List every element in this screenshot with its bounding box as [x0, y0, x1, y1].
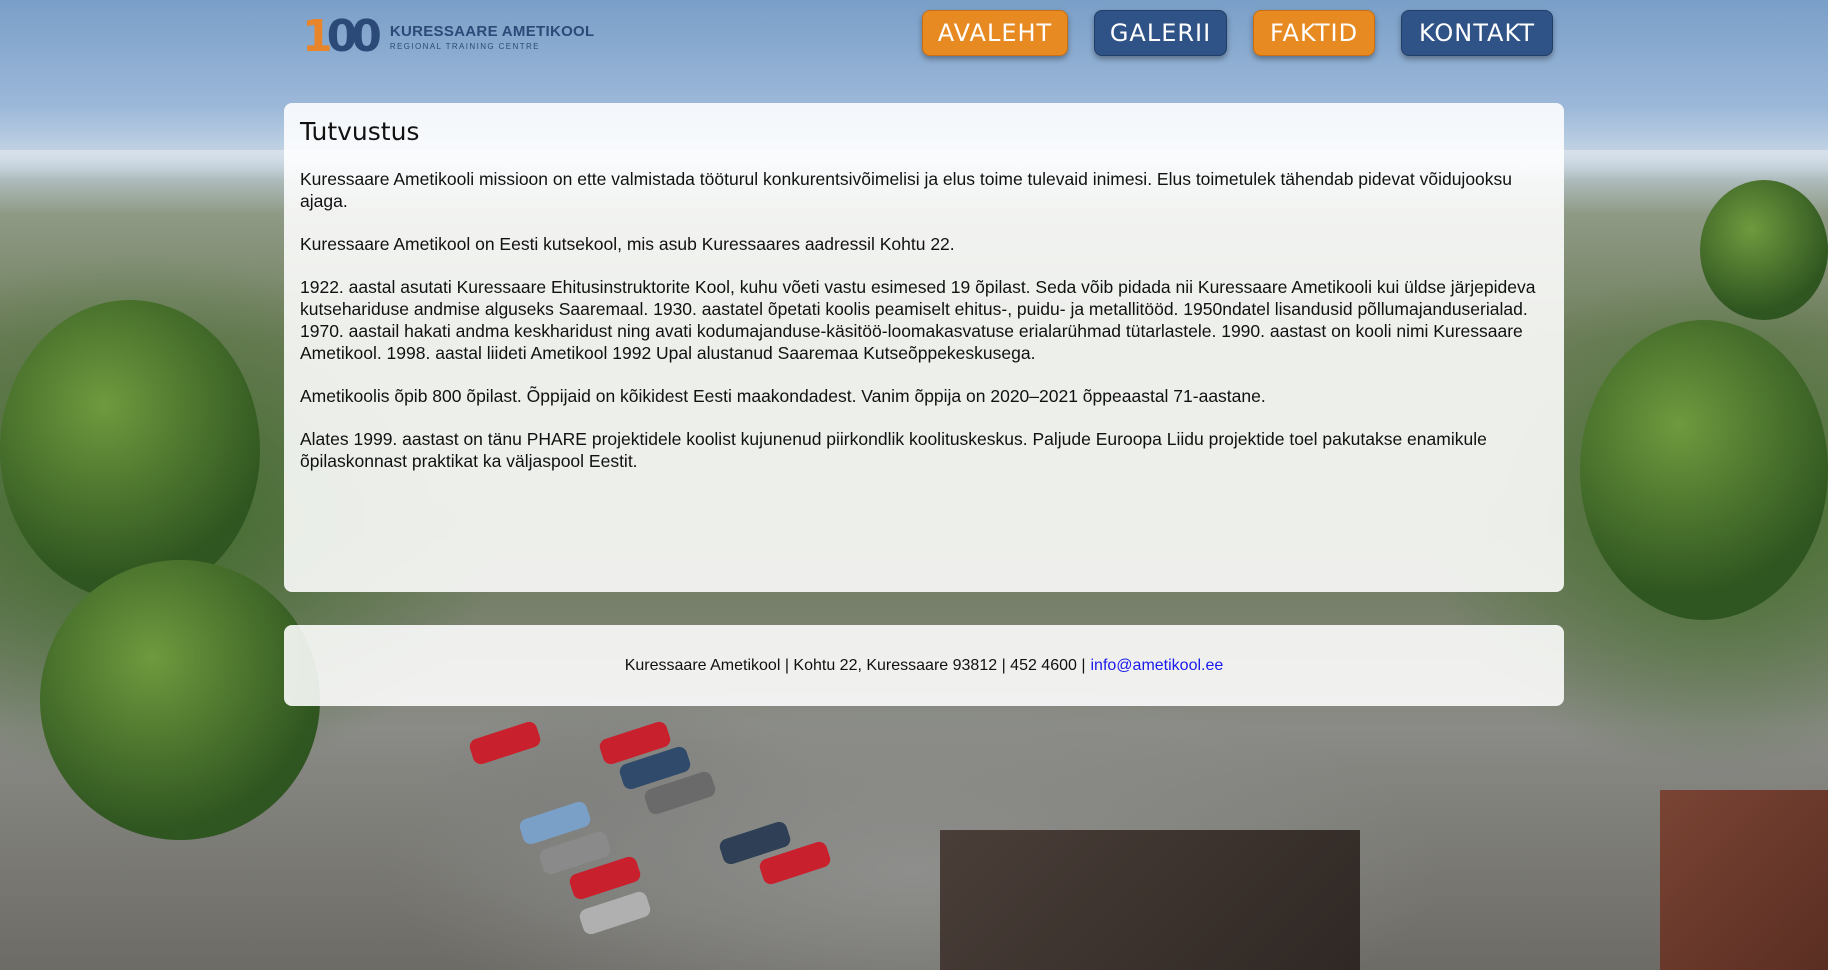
logo-subtitle: REGIONAL TRAINING CENTRE: [389, 42, 540, 51]
background-tree: [1580, 320, 1828, 620]
background-roof: [1660, 790, 1828, 970]
nav-kontakt-button[interactable]: KONTAKT: [1401, 10, 1553, 56]
intro-paragraph: Kuressaare Ametikooli missioon on ette v…: [300, 169, 1513, 211]
background-tree: [40, 560, 320, 840]
intro-panel: Tutvustus Kuressaare Ametikooli missioon…: [284, 103, 1564, 592]
site-footer: Kuressaare Ametikool | Kohtu 22, Kuressa…: [284, 625, 1564, 706]
background-tree: [0, 300, 260, 600]
footer-email-link[interactable]: info@ametikool.ee: [1091, 657, 1224, 675]
nav-avaleht-button[interactable]: AVALEHT: [922, 10, 1068, 56]
intro-paragraph: 1922. aastal asutati Kuressaare Ehitusin…: [300, 277, 1536, 363]
intro-paragraph: Alates 1999. aastast on tänu PHARE proje…: [300, 429, 1487, 471]
logo-100-mark: 100: [302, 15, 382, 59]
logo-mark-zeros: 00: [326, 11, 382, 62]
site-logo[interactable]: 100 KURESSAARE AMETIKOOL REGIONAL TRAINI…: [302, 12, 594, 62]
background-tree: [1700, 180, 1828, 320]
intro-paragraph: Ametikoolis õpib 800 õpilast. Õppijaid o…: [300, 386, 1266, 406]
main-navigation: AVALEHT GALERII FAKTID KONTAKT: [922, 10, 1553, 56]
logo-title: KURESSAARE AMETIKOOL: [389, 23, 595, 40]
intro-paragraph: Kuressaare Ametikool on Eesti kutsekool,…: [300, 234, 955, 254]
nav-faktid-button[interactable]: FAKTID: [1253, 10, 1375, 56]
nav-galerii-button[interactable]: GALERII: [1094, 10, 1227, 56]
logo-mark-one: 1: [302, 11, 333, 62]
background-roof: [940, 830, 1360, 970]
logo-text: KURESSAARE AMETIKOOL REGIONAL TRAINING C…: [390, 23, 595, 51]
footer-contact-text: Kuressaare Ametikool | Kohtu 22, Kuressa…: [624, 656, 1086, 674]
page-title: Tutvustus: [300, 117, 420, 146]
background-car: [467, 719, 543, 767]
